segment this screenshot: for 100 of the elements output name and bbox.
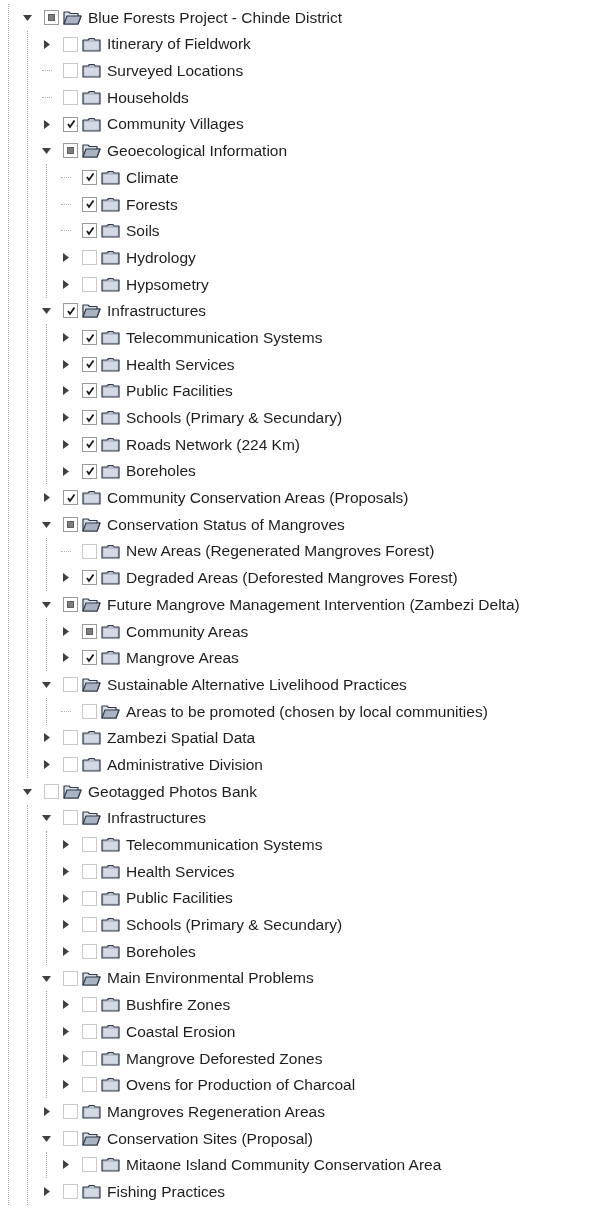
expand-arrow-icon[interactable] <box>61 1080 70 1090</box>
expand-arrow-icon[interactable] <box>61 1026 70 1036</box>
expand-arrow-icon[interactable] <box>42 1107 51 1117</box>
layer-checkbox[interactable] <box>63 36 78 52</box>
layer-label[interactable]: Mangrove Deforested Zones <box>126 1046 323 1070</box>
layer-label[interactable]: Degraded Areas (Deforested Mangroves Forest) <box>126 566 458 590</box>
layer-label[interactable]: Households <box>107 85 189 110</box>
layer-label[interactable]: Coastal Erosion <box>126 1019 236 1044</box>
layer-label[interactable]: Conservation Status of Mangroves <box>107 512 345 537</box>
collapse-arrow-icon[interactable] <box>42 973 51 983</box>
layer-label[interactable]: Community Conservation Areas (Proposals) <box>107 486 409 510</box>
layer-label[interactable]: Soils <box>126 219 160 243</box>
expand-arrow-icon[interactable] <box>61 653 70 663</box>
collapse-arrow-icon[interactable] <box>42 146 51 156</box>
expand-arrow-icon[interactable] <box>61 359 70 369</box>
layer-checkbox[interactable] <box>63 730 78 746</box>
collapse-arrow-icon[interactable] <box>42 813 51 823</box>
layer-label[interactable]: Future Mangrove Management Intervention (Zambezi Delta) <box>107 592 520 617</box>
layer-checkbox[interactable] <box>63 89 78 105</box>
expand-arrow-icon[interactable] <box>61 439 70 449</box>
layer-checkbox[interactable] <box>82 917 97 933</box>
layer-label[interactable]: Conservation Sites (Proposal) <box>107 1126 313 1150</box>
collapse-arrow-icon[interactable] <box>23 786 32 796</box>
layer-checkbox[interactable] <box>82 997 97 1013</box>
expand-arrow-icon[interactable] <box>61 279 70 289</box>
layer-label[interactable]: Public Facilities <box>126 379 233 403</box>
expand-arrow-icon[interactable] <box>61 466 70 476</box>
expand-arrow-icon[interactable] <box>42 119 51 129</box>
layer-label[interactable]: Schools (Primary & Secundary) <box>126 406 343 430</box>
layer-checkbox[interactable] <box>82 1157 97 1173</box>
layer-checkbox[interactable] <box>82 1050 97 1066</box>
layer-label[interactable]: Itinerary of Fieldwork <box>107 32 251 56</box>
layer-label[interactable]: Boreholes <box>126 459 196 483</box>
collapse-arrow-icon[interactable] <box>42 306 51 316</box>
layer-label[interactable]: Telecommunication Systems <box>126 833 323 857</box>
layer-label[interactable]: Boreholes <box>126 939 196 964</box>
layer-checkbox[interactable] <box>63 970 78 986</box>
layer-label[interactable]: Zambezi Spatial Data <box>107 726 256 750</box>
layer-label[interactable]: Schools (Primary & Secundary) <box>126 913 343 937</box>
expand-arrow-icon[interactable] <box>61 1053 70 1063</box>
layer-label[interactable]: Infrastructures <box>107 299 207 323</box>
layer-checkbox[interactable] <box>82 890 97 906</box>
collapse-arrow-icon[interactable] <box>23 12 32 22</box>
layer-label[interactable]: Fishing Practices <box>107 1179 225 1204</box>
layer-label[interactable]: Hypsometry <box>126 272 209 296</box>
layer-checkbox[interactable] <box>82 943 97 959</box>
expand-arrow-icon[interactable] <box>61 920 70 930</box>
layer-label[interactable]: Public Facilities <box>126 886 233 910</box>
expand-arrow-icon[interactable] <box>42 1187 51 1197</box>
layer-checkbox[interactable] <box>44 9 59 25</box>
expand-arrow-icon[interactable] <box>42 760 51 770</box>
layer-label[interactable]: New Areas (Regenerated Mangroves Forest) <box>126 539 435 563</box>
layer-checkbox[interactable] <box>82 837 97 853</box>
expand-arrow-icon[interactable] <box>61 840 70 850</box>
layer-label[interactable]: Health Services <box>126 352 235 376</box>
layer-label[interactable]: Administrative Division <box>107 752 263 777</box>
layer-label[interactable]: Surveyed Locations <box>107 59 244 83</box>
layer-checkbox[interactable] <box>63 757 78 773</box>
collapse-arrow-icon[interactable] <box>42 519 51 529</box>
layer-checkbox[interactable] <box>82 1023 97 1039</box>
layer-checkbox[interactable] <box>82 863 97 879</box>
layer-label[interactable]: Sustainable Alternative Livelihood Practices <box>107 672 407 697</box>
layer-checkbox[interactable] <box>82 623 97 639</box>
layer-label[interactable]: Health Services <box>126 859 235 883</box>
expand-arrow-icon[interactable] <box>61 946 70 956</box>
layer-checkbox[interactable] <box>82 1077 97 1093</box>
layer-label[interactable]: Geotagged Photos Bank <box>88 779 257 803</box>
layer-label[interactable]: Climate <box>126 165 179 190</box>
expand-arrow-icon[interactable] <box>42 39 51 49</box>
layer-label[interactable]: Main Environmental Problems <box>107 966 314 990</box>
collapse-arrow-icon[interactable] <box>42 599 51 609</box>
layer-checkbox[interactable] <box>63 596 78 612</box>
layer-label[interactable]: Mitaone Island Community Conservation Area <box>126 1153 442 1177</box>
layer-label[interactable]: Ovens for Production of Charcoal <box>126 1073 356 1097</box>
collapse-arrow-icon[interactable] <box>42 680 51 690</box>
layer-checkbox[interactable] <box>44 783 59 799</box>
expand-arrow-icon[interactable] <box>61 253 70 263</box>
expand-arrow-icon[interactable] <box>61 333 70 343</box>
layer-label[interactable]: Roads Network (224 Km) <box>126 432 300 456</box>
expand-arrow-icon[interactable] <box>42 493 51 503</box>
layer-label[interactable]: Telecommunication Systems <box>126 325 323 350</box>
layer-label[interactable]: Infrastructures <box>107 806 207 830</box>
layer-checkbox[interactable] <box>63 810 78 826</box>
expand-arrow-icon[interactable] <box>61 573 70 583</box>
layer-label[interactable]: Areas to be promoted (chosen by local communities) <box>126 699 488 723</box>
layer-label[interactable]: Community Areas <box>126 619 249 643</box>
layer-checkbox[interactable] <box>63 677 78 693</box>
layer-label[interactable]: Mangrove Areas <box>126 646 239 670</box>
layer-checkbox[interactable] <box>82 276 97 292</box>
layer-label[interactable]: Blue Forests Project - Chinde District <box>88 5 343 29</box>
expand-arrow-icon[interactable] <box>61 1160 70 1170</box>
layer-label[interactable]: Geoecological Information <box>107 139 288 163</box>
layer-checkbox[interactable] <box>63 516 78 532</box>
expand-arrow-icon[interactable] <box>42 733 51 743</box>
expand-arrow-icon[interactable] <box>61 893 70 903</box>
layer-label[interactable]: Bushfire Zones <box>126 993 231 1017</box>
expand-arrow-icon[interactable] <box>61 1000 70 1010</box>
layer-checkbox[interactable] <box>82 250 97 266</box>
layer-label[interactable]: Forests <box>126 192 178 216</box>
expand-arrow-icon[interactable] <box>61 866 70 876</box>
